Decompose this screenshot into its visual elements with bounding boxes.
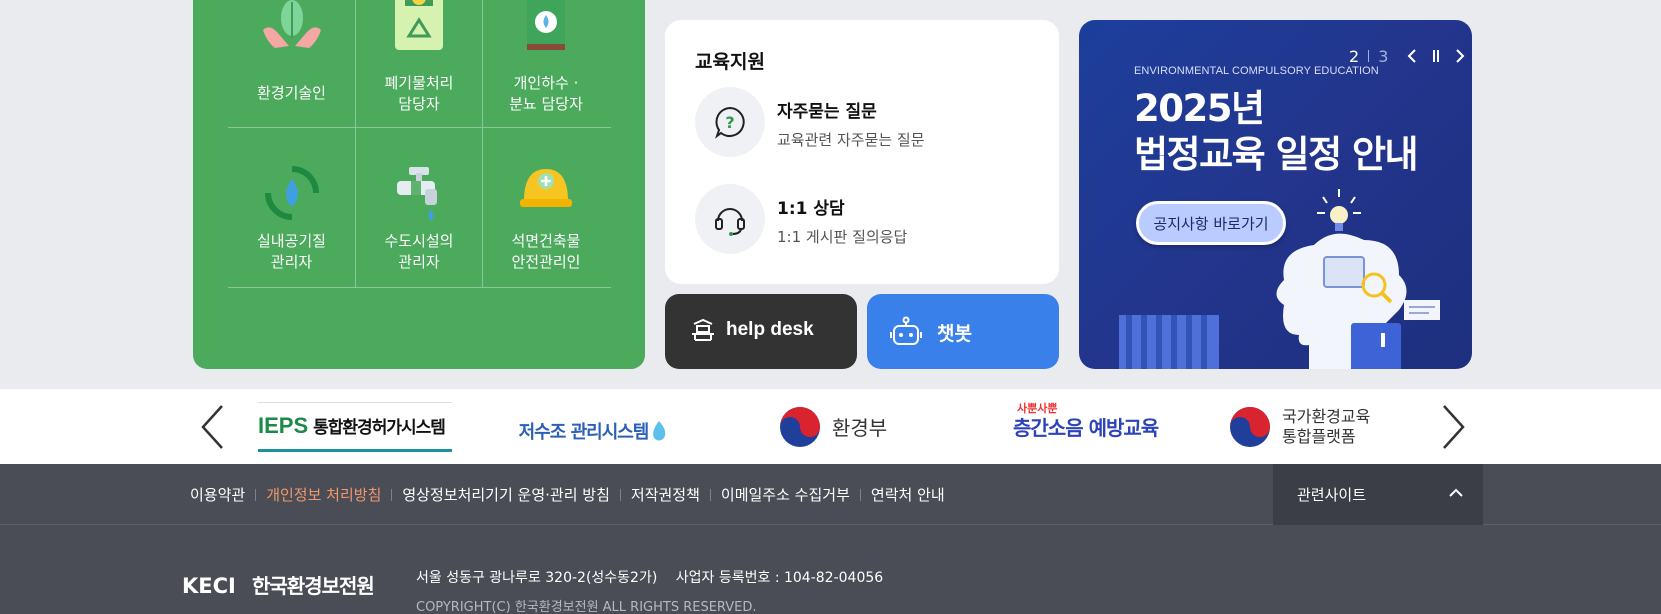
footer-nav: 이용약관 개인정보 처리방침 영상정보처리기기 운영·관리 방침 저작권정책 이… bbox=[0, 464, 1661, 525]
partner-prev-button[interactable] bbox=[190, 403, 234, 451]
one-on-one-link[interactable]: 1:1 상담 1:1 게시판 질의응답 bbox=[695, 184, 1035, 256]
footer-address: 서울 성동구 광나루로 320-2(성수동2가) 사업자 등록번호 : 104-… bbox=[416, 567, 883, 587]
target-label: 폐기물처리 담당자 bbox=[384, 74, 454, 113]
target-label: 실내공기질 관리자 bbox=[256, 232, 326, 271]
helmet-icon bbox=[520, 169, 572, 207]
ministry-name: 환경부 bbox=[832, 416, 888, 440]
plant-hands-icon bbox=[262, 0, 321, 48]
partner-ieps-link[interactable]: IEPS 통합환경허가시스템 bbox=[258, 389, 452, 464]
email-refusal-link[interactable]: 이메일주소 수집거부 bbox=[721, 484, 850, 505]
partner-edu-platform-link[interactable]: 국가환경교육 통합플랫폼 bbox=[1228, 389, 1370, 464]
link-divider bbox=[859, 488, 861, 501]
cctv-policy-link[interactable]: 영상정보처리기기 운영·관리 방침 bbox=[402, 484, 610, 505]
link-divider bbox=[255, 488, 257, 501]
site-footer: 이용약관 개인정보 처리방침 영상정보처리기기 운영·관리 방침 저작권정책 이… bbox=[0, 464, 1661, 614]
noise-tagline: 사뿐사뿐 bbox=[1017, 402, 1058, 415]
help-desk-icon bbox=[692, 318, 714, 341]
target-row: 환경기술인 폐기물처리 담당자 개인하수 · 분뇨 담당자 bbox=[228, 0, 611, 128]
banner-title: 2025년 법정교육 일정 안내 bbox=[1134, 87, 1419, 176]
target-label: 개인하수 · 분뇨 담당자 bbox=[509, 74, 583, 113]
target-item-water-facility-manager[interactable]: 수도시설의 관리자 bbox=[355, 128, 482, 287]
target-item-env-technician[interactable]: 환경기술인 bbox=[228, 0, 355, 127]
related-sites-dropdown[interactable]: 관련사이트 bbox=[1273, 464, 1483, 525]
privacy-policy-link[interactable]: 개인정보 처리방침 bbox=[266, 484, 381, 505]
headset-icon bbox=[695, 184, 765, 254]
chatbot-button[interactable]: 챗봇 bbox=[867, 294, 1059, 369]
cycle-drop-icon bbox=[264, 166, 319, 220]
address-text: 서울 성동구 광나루로 320-2(성수동2가) bbox=[416, 570, 658, 586]
education-support-title: 교육지원 bbox=[695, 51, 765, 73]
help-desk-button[interactable]: help desk bbox=[665, 294, 857, 369]
faq-title: 자주묻는 질문 bbox=[777, 102, 877, 122]
faq-link[interactable]: ? 자주묻는 질문 교육관련 자주묻는 질문 bbox=[695, 87, 1035, 159]
partner-ministry-link[interactable]: 환경부 bbox=[778, 389, 887, 464]
chevron-left-icon bbox=[201, 405, 223, 449]
target-label: 환경기술인 bbox=[256, 84, 326, 102]
target-item-waste-manager[interactable]: 폐기물처리 담당자 bbox=[355, 0, 482, 127]
link-divider bbox=[709, 488, 711, 501]
banner-current-page: 2 bbox=[1349, 46, 1360, 66]
partner-reservoir-link[interactable]: 저수조 관리시스템 bbox=[497, 389, 692, 465]
business-number: 사업자 등록번호 : 104-82-04056 bbox=[675, 570, 884, 586]
partner-sites-strip: IEPS 통합환경허가시스템 저수조 관리시스템 환경부 사뿐사뿐 층간소음 예… bbox=[0, 389, 1661, 465]
taegeuk-emblem-icon bbox=[1230, 406, 1270, 447]
footer-links: 이용약관 개인정보 처리방침 영상정보처리기기 운영·관리 방침 저작권정책 이… bbox=[190, 484, 945, 505]
ieps-brand: IEPS bbox=[258, 412, 309, 438]
chevron-up-icon bbox=[1449, 488, 1463, 497]
education-support-card: 교육지원 ? 자주묻는 질문 교육관련 자주묻는 질문 1:1 상담 1:1 게… bbox=[665, 20, 1059, 284]
noise-education-name: 층간소음 예방교육 bbox=[1013, 416, 1159, 440]
pager-divider bbox=[1368, 50, 1370, 62]
robot-icon bbox=[890, 316, 922, 345]
keci-logo-text: KECI bbox=[182, 574, 236, 597]
banner-subtitle: ENVIRONMENTAL COMPULSORY EDUCATION bbox=[1134, 65, 1379, 77]
target-audience-panel: 환경기술인 폐기물처리 담당자 개인하수 · 분뇨 담당자 실내공기질 관리자 … bbox=[193, 0, 645, 369]
link-divider bbox=[619, 488, 621, 501]
partner-next-button[interactable] bbox=[1432, 403, 1476, 451]
partner-noise-education-link[interactable]: 사뿐사뿐 층간소음 예방교육 bbox=[1013, 389, 1159, 464]
help-desk-label: help desk bbox=[726, 319, 814, 340]
org-name: 한국환경보전원 bbox=[252, 574, 375, 598]
contact-info-link[interactable]: 연락처 안내 bbox=[871, 484, 945, 505]
chatbot-label: 챗봇 bbox=[937, 324, 972, 345]
study-illustration bbox=[1119, 189, 1440, 369]
recycle-bin-icon bbox=[395, 0, 443, 50]
water-tank-icon bbox=[527, 0, 565, 50]
target-row: 실내공기질 관리자 수도시설의 관리자 석면건축물 안전관리인 bbox=[228, 128, 611, 288]
link-divider bbox=[391, 488, 393, 501]
target-grid: 환경기술인 폐기물처리 담당자 개인하수 · 분뇨 담당자 실내공기질 관리자 … bbox=[228, 0, 611, 288]
keci-logo-icon: KECI bbox=[182, 574, 236, 597]
one-on-one-title: 1:1 상담 bbox=[777, 199, 845, 219]
target-label: 수도시설의 관리자 bbox=[384, 232, 454, 271]
target-label: 석면건축물 안전관리인 bbox=[511, 232, 581, 271]
banner-pager: 2 3 bbox=[1349, 46, 1470, 66]
target-item-asbestos-manager[interactable]: 석면건축물 안전관리인 bbox=[482, 128, 609, 287]
edu-platform-name: 국가환경교육 통합플랫폼 bbox=[1282, 406, 1371, 446]
question-bubble-icon: ? bbox=[695, 87, 765, 157]
chevron-right-icon bbox=[1456, 49, 1465, 63]
chevron-left-icon bbox=[1407, 49, 1417, 63]
water-drop-logo-icon bbox=[653, 421, 666, 441]
reservoir-name: 저수조 관리시스템 bbox=[518, 422, 650, 443]
chevron-right-icon bbox=[1443, 405, 1465, 449]
banner-total-pages: 3 bbox=[1378, 46, 1389, 66]
related-sites-label: 관련사이트 bbox=[1297, 486, 1367, 504]
banner-pause-button[interactable] bbox=[1426, 46, 1446, 66]
target-item-sewage-manager[interactable]: 개인하수 · 분뇨 담당자 bbox=[482, 0, 609, 127]
copyright-policy-link[interactable]: 저작권정책 bbox=[631, 484, 700, 505]
ieps-name: 통합환경허가시스템 bbox=[313, 418, 446, 438]
terms-link[interactable]: 이용약관 bbox=[190, 484, 245, 505]
banner-prev-button[interactable] bbox=[1402, 46, 1422, 66]
svg-text:?: ? bbox=[725, 113, 734, 132]
copyright-text: COPYRIGHT(C) 한국환경보전원 ALL RIGHTS RESERVED… bbox=[416, 600, 757, 614]
banner-next-button[interactable] bbox=[1450, 46, 1470, 66]
notice-banner[interactable]: 2 3 ENVIRONMENTAL COMPULSORY EDUCATION 2… bbox=[1079, 20, 1472, 369]
faucet-icon bbox=[397, 167, 437, 221]
faq-desc: 교육관련 자주묻는 질문 bbox=[777, 131, 925, 149]
one-on-one-desc: 1:1 게시판 질의응답 bbox=[777, 228, 908, 246]
target-item-indoor-air-manager[interactable]: 실내공기질 관리자 bbox=[228, 128, 355, 287]
footer-logo: KECI 한국환경보전원 bbox=[182, 570, 375, 599]
pause-icon bbox=[1433, 50, 1440, 62]
taegeuk-emblem-icon bbox=[780, 406, 820, 447]
